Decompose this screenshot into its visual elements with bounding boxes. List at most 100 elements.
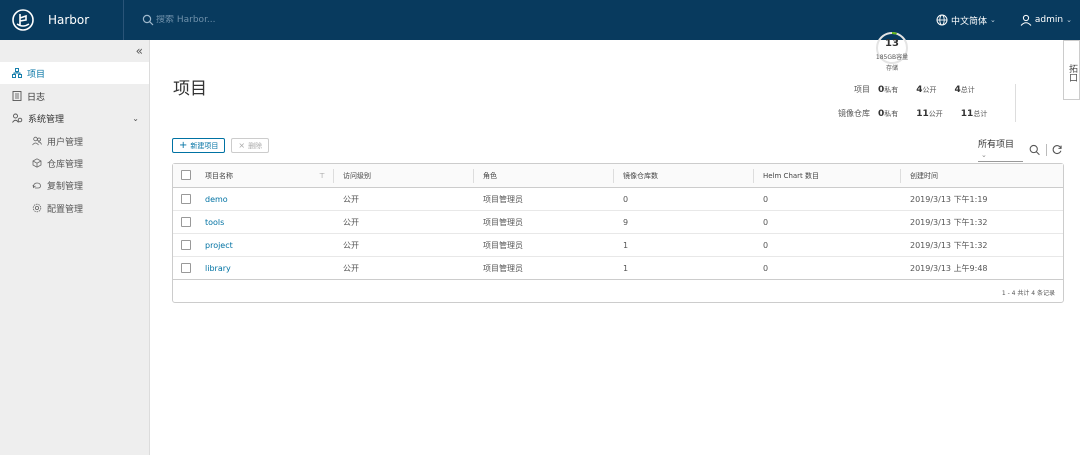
- project-name-link[interactable]: library: [205, 257, 231, 280]
- new-project-button[interactable]: + 新建项目: [172, 138, 226, 153]
- column-separator[interactable]: [473, 169, 474, 183]
- side-panel-tab[interactable]: 拓口: [1063, 40, 1080, 100]
- row-checkbox[interactable]: [181, 240, 191, 250]
- chevron-down-icon: ⌄: [132, 113, 139, 123]
- filter-label: 所有项目: [978, 140, 1015, 150]
- storage-count: 13: [885, 38, 899, 49]
- stat-value: 11: [960, 109, 974, 119]
- sidebar-item-label: 仓库管理: [47, 159, 84, 170]
- row-checkbox[interactable]: [181, 263, 191, 273]
- table-row[interactable]: project 公开 项目管理员 1 0 2019/3/13 下午1:32: [173, 234, 1063, 257]
- project-name-link[interactable]: tools: [205, 211, 224, 234]
- row-checkbox[interactable]: [181, 217, 191, 227]
- sidebar-item-registries[interactable]: 仓库管理: [0, 152, 149, 174]
- column-header-repos[interactable]: 镜像仓库数: [623, 164, 658, 188]
- sidebar-item-projects[interactable]: 项目: [0, 62, 149, 84]
- collapse-sidebar-icon[interactable]: «: [136, 44, 143, 58]
- search-icon[interactable]: [1029, 144, 1041, 156]
- delete-button[interactable]: × 删除: [231, 138, 270, 153]
- role: 项目管理员: [483, 264, 523, 273]
- replication-icon: [32, 182, 41, 189]
- column-header-charts[interactable]: Helm Chart 数目: [763, 164, 819, 188]
- column-separator[interactable]: [333, 169, 334, 183]
- search-input[interactable]: [156, 15, 276, 25]
- column-separator[interactable]: [613, 169, 614, 183]
- sidebar-item-label: 配置管理: [47, 204, 84, 215]
- stat-value: 11: [916, 109, 929, 119]
- project-filter-select[interactable]: 所有项目 ⌄: [978, 137, 1024, 162]
- project-name-link[interactable]: project: [205, 234, 233, 257]
- table-row[interactable]: library 公开 项目管理员 1 0 2019/3/13 上午9:48: [173, 257, 1063, 280]
- user-name: admin: [1034, 15, 1064, 25]
- divider: [1015, 84, 1016, 122]
- language-selector[interactable]: 中文简体 ⌄: [936, 14, 996, 27]
- access-level: 公开: [343, 264, 359, 273]
- project-name-link[interactable]: demo: [205, 188, 228, 211]
- chevron-down-icon: ⌄: [981, 151, 987, 159]
- creation-time: 2019/3/13 下午1:32: [910, 241, 988, 250]
- sidebar-item-logs[interactable]: 日志: [0, 85, 149, 107]
- stat-label: 镜像仓库: [838, 109, 870, 118]
- stat-unit: 公开: [922, 86, 937, 94]
- sidebar-item-label: 项目: [27, 69, 46, 80]
- sidebar-item-configuration[interactable]: 配置管理: [0, 197, 149, 219]
- role: 项目管理员: [483, 195, 523, 204]
- access-level: 公开: [343, 218, 359, 227]
- repo-count: 1: [623, 241, 629, 250]
- repo-count: 9: [623, 218, 629, 227]
- table-header: 项目名称 ⊤ 访问级别 角色 镜像仓库数 Helm Chart 数目 创建时间: [173, 164, 1063, 188]
- logs-icon: [12, 91, 22, 101]
- column-header-created[interactable]: 创建时间: [910, 164, 938, 188]
- language-label: 中文简体: [951, 16, 988, 27]
- sidebar-item-label: 用户管理: [47, 137, 84, 148]
- select-all-checkbox[interactable]: [181, 170, 191, 180]
- column-separator[interactable]: [753, 169, 754, 183]
- user-menu[interactable]: admin ⌄: [1020, 14, 1072, 26]
- search-icon: [142, 14, 154, 26]
- access-level: 公开: [343, 241, 359, 250]
- role: 项目管理员: [483, 218, 523, 227]
- sidebar-item-users[interactable]: 用户管理: [0, 130, 149, 152]
- chart-count: 0: [763, 195, 769, 204]
- top-nav: Harbor 中文简体 ⌄ admin ⌄: [0, 0, 1080, 40]
- creation-time: 2019/3/13 下午1:19: [910, 195, 988, 204]
- stat-unit: 公开: [928, 110, 943, 118]
- sidebar-item-replication[interactable]: 复制管理: [0, 174, 149, 196]
- filter-icon[interactable]: ⊤: [319, 164, 325, 188]
- user-icon: [1020, 14, 1032, 26]
- creation-time: 2019/3/13 上午9:48: [910, 264, 988, 273]
- table-row[interactable]: demo 公开 项目管理员 0 0 2019/3/13 下午1:19: [173, 188, 1063, 211]
- button-label: 删除: [248, 141, 263, 150]
- table-row[interactable]: tools 公开 项目管理员 9 0 2019/3/13 下午1:32: [173, 211, 1063, 234]
- column-header-role[interactable]: 角色: [483, 164, 497, 188]
- harbor-logo-icon: [12, 9, 34, 31]
- refresh-icon[interactable]: [1052, 144, 1062, 155]
- storage-capacity: 185GB容量: [875, 54, 909, 61]
- access-level: 公开: [343, 195, 359, 204]
- storage-gauge: 13 185GB容量 存储: [870, 30, 914, 90]
- app-title: Harbor: [48, 13, 90, 27]
- admin-icon: [12, 113, 23, 123]
- chevron-down-icon: ⌄: [990, 16, 996, 24]
- plus-icon: +: [179, 140, 188, 151]
- divider: [1045, 143, 1047, 156]
- column-header-name[interactable]: 项目名称: [205, 164, 233, 188]
- close-icon: ×: [238, 141, 246, 150]
- column-separator[interactable]: [900, 169, 901, 183]
- sidebar: « 项目 日志 系统管理 ⌄ 用户管理 仓库管理 复制管理 配置管理: [0, 40, 150, 455]
- toolbar: + 新建项目 × 删除: [172, 138, 275, 153]
- global-search[interactable]: [142, 14, 276, 26]
- filter-bar: 所有项目 ⌄: [978, 137, 1062, 162]
- stat-label: 项目: [854, 85, 870, 94]
- column-header-access[interactable]: 访问级别: [343, 164, 371, 188]
- projects-table: 项目名称 ⊤ 访问级别 角色 镜像仓库数 Helm Chart 数目 创建时间 …: [172, 163, 1064, 303]
- sidebar-item-administration[interactable]: 系统管理 ⌄: [0, 107, 149, 129]
- sidebar-item-label: 日志: [27, 92, 46, 103]
- sidebar-item-label: 系统管理: [28, 114, 65, 125]
- button-label: 新建项目: [190, 141, 219, 150]
- chevron-down-icon: ⌄: [1066, 16, 1072, 24]
- row-checkbox[interactable]: [181, 194, 191, 204]
- brand[interactable]: Harbor: [0, 0, 124, 40]
- stat-unit: 私有: [884, 110, 899, 118]
- pagination-summary: 1 - 4 共计 4 条记录: [1001, 289, 1055, 297]
